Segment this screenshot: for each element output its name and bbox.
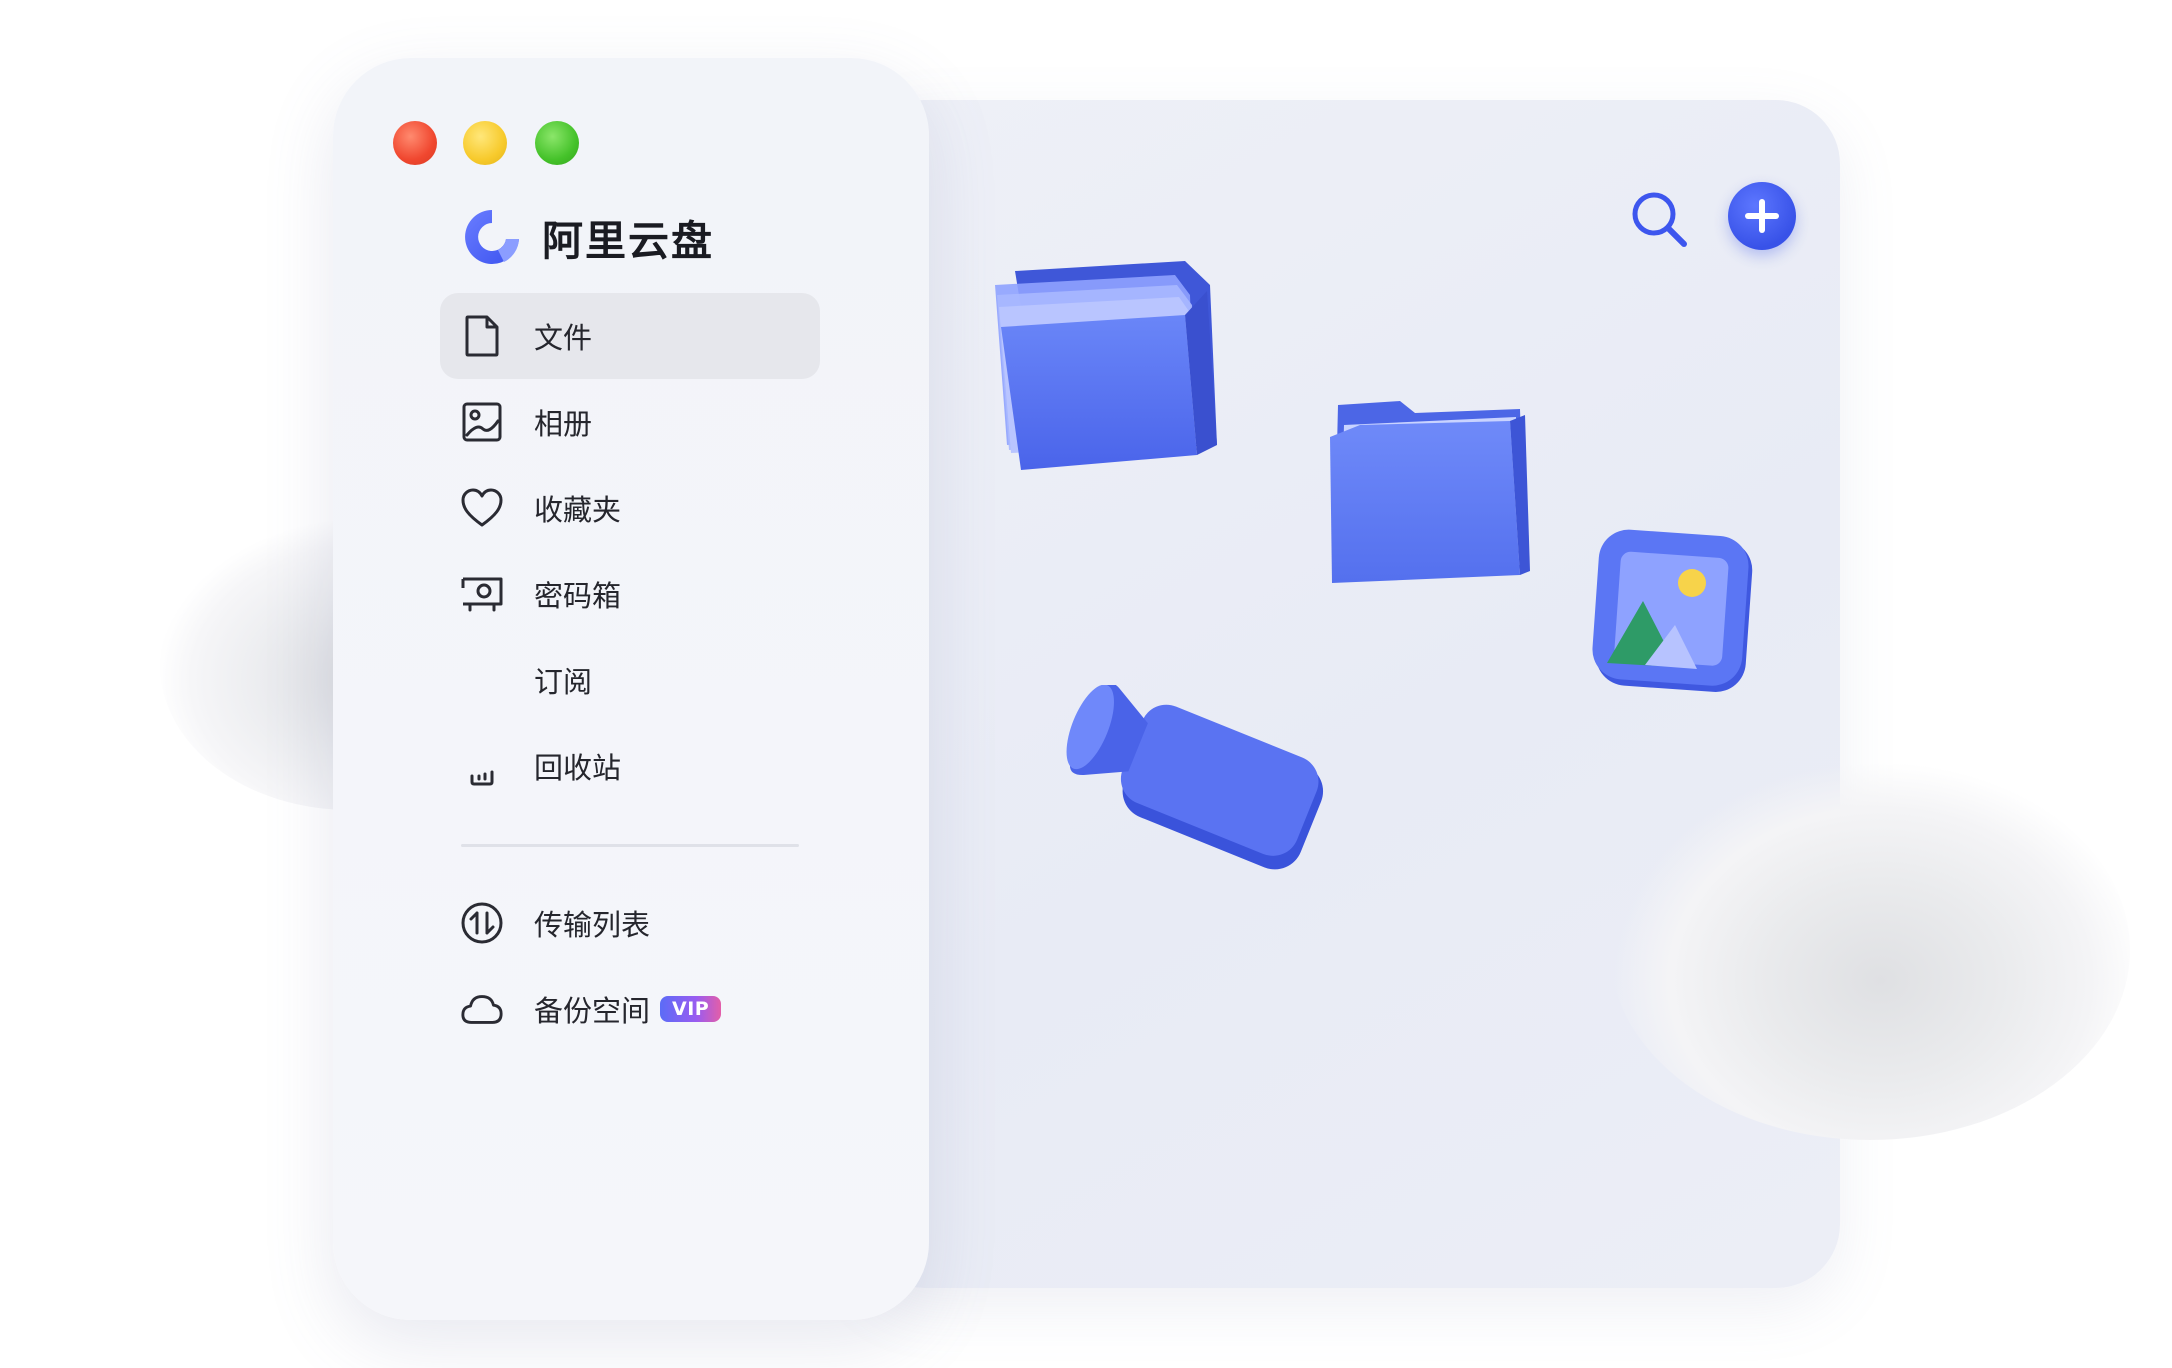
sidebar-item-label: 密码箱 [534, 579, 622, 613]
photo-illustration [1592, 529, 1753, 692]
sidebar-item-backup[interactable]: 备份空间 VIP [440, 966, 820, 1052]
minimize-window-button[interactable] [463, 121, 507, 165]
subscribe-icon [462, 660, 502, 700]
video-camera-illustration [1066, 685, 1324, 870]
safe-icon [461, 577, 503, 612]
sidebar-item-label: 相册 [534, 407, 593, 441]
sidebar-item-label: 回收站 [534, 751, 622, 785]
sidebar-item-label: 传输列表 [534, 908, 651, 942]
plus-icon [1745, 199, 1779, 233]
vip-badge: VIP [660, 996, 722, 1022]
sidebar-item-vault[interactable]: 密码箱 [440, 551, 820, 637]
transfer-icon [461, 902, 503, 944]
folder-stack-illustration [995, 261, 1217, 470]
sidebar-item-label: 备份空间 [534, 994, 651, 1028]
decorative-cloud-right [1610, 760, 2130, 1140]
close-window-button[interactable] [393, 121, 437, 165]
album-icon [462, 402, 502, 442]
search-icon [1632, 192, 1687, 247]
search-button[interactable] [1628, 188, 1692, 252]
sidebar-item-label: 收藏夹 [534, 493, 622, 527]
sidebar-item-favorites[interactable]: 收藏夹 [440, 465, 820, 551]
sidebar-item-trash[interactable]: 回收站 [440, 723, 820, 809]
sidebar-item-files[interactable]: 文件 [440, 293, 820, 379]
folder-illustration [1330, 401, 1530, 583]
sidebar-item-subscriptions[interactable]: 订阅 [440, 637, 820, 723]
sidebar-item-transfers[interactable]: 传输列表 [440, 880, 820, 966]
heart-icon [461, 488, 503, 527]
file-icon [465, 315, 499, 357]
sidebar-item-album[interactable]: 相册 [440, 379, 820, 465]
add-button[interactable] [1728, 182, 1796, 250]
cloud-icon [461, 995, 503, 1024]
maximize-window-button[interactable] [535, 121, 579, 165]
app-logo: 阿里云盘 [460, 205, 714, 269]
aliyun-drive-logo-icon [465, 210, 519, 264]
sidebar-item-label: 订阅 [534, 665, 593, 699]
trash-icon [470, 770, 494, 786]
sidebar-item-label: 文件 [534, 321, 593, 355]
sidebar-divider [461, 844, 799, 847]
app-name: 阿里云盘 [542, 217, 714, 265]
